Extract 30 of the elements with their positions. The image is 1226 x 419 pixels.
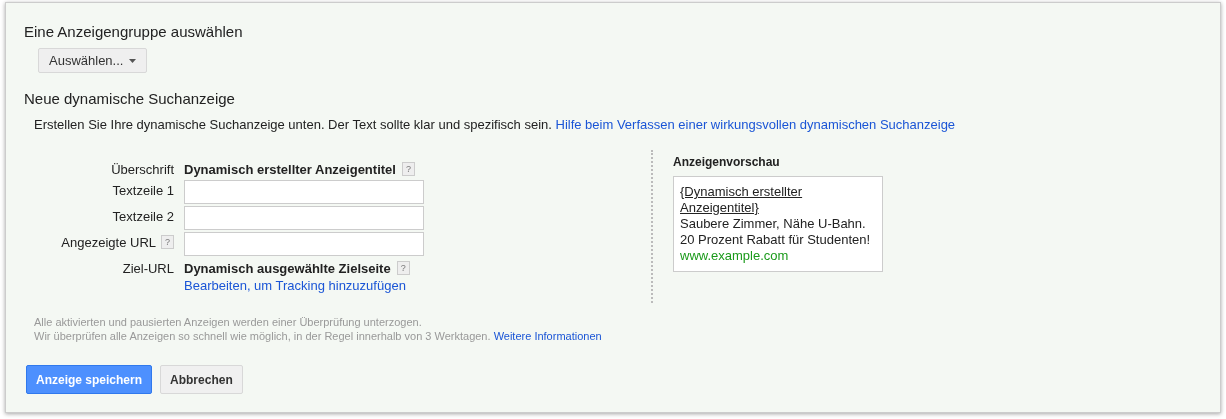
cancel-button[interactable]: Abbrechen [160,365,243,394]
field-label: Ziel-URL [122,261,174,277]
field-label: Angezeigte URL [61,235,156,251]
help-button[interactable]: ? [161,235,174,249]
section-title: Neue dynamische Suchanzeige [24,90,236,107]
field-value: Dynamisch erstellter Anzeigentitel [184,161,396,177]
ad-headline: {Dynamisch erstellter Anzeigentitel} [680,184,804,216]
section-title: Eine Anzeigengruppe auswählen [24,23,244,40]
ad-text-line: Saubere Zimmer, Nähe U-Bahn. [680,216,867,232]
help-link[interactable]: Hilfe beim Verfassen einer wirkungsvollen dynamischen Suchanzeige [555,117,956,132]
field-label: Textzeile 2 [112,209,174,225]
preview-title: Anzeigenvorschau [673,155,781,169]
adgroup-dropdown[interactable]: Auswählen... [38,48,148,73]
input-field[interactable] [184,180,424,204]
ad-text-line: 20 Prozent Rabatt für Studenten! [680,232,872,248]
ad-url: www.example.com [680,248,790,264]
review-note: Wir überprüfen alle Anzeigen so schnell wie möglich, in der Regel innerhalb von 3 Werktagen. [34,330,491,342]
save-button[interactable]: Anzeige speichern [26,365,153,394]
review-note: Alle aktivierten und pausierten Anzeigen werden einer Überprüfung unterzogen. [34,315,423,329]
caret-icon [129,58,137,63]
field-value: Dynamisch ausgewählte Zielseite [184,260,391,276]
more-info-link[interactable]: Weitere Informationen [493,330,602,342]
field-label: Textzeile 1 [112,183,174,199]
help-button[interactable]: ? [396,261,410,275]
tracking-link[interactable]: Bearbeiten, um Tracking hinzuzufügen [184,278,410,293]
intro-text: Erstellen Sie Ihre dynamische Suchanzeige unten. Der Text sollte klar und spezifisch sein. [34,117,552,132]
field-label: Überschrift [111,162,174,178]
input-field[interactable] [184,232,424,256]
input-field[interactable] [184,206,424,230]
help-button[interactable]: ? [401,162,415,176]
